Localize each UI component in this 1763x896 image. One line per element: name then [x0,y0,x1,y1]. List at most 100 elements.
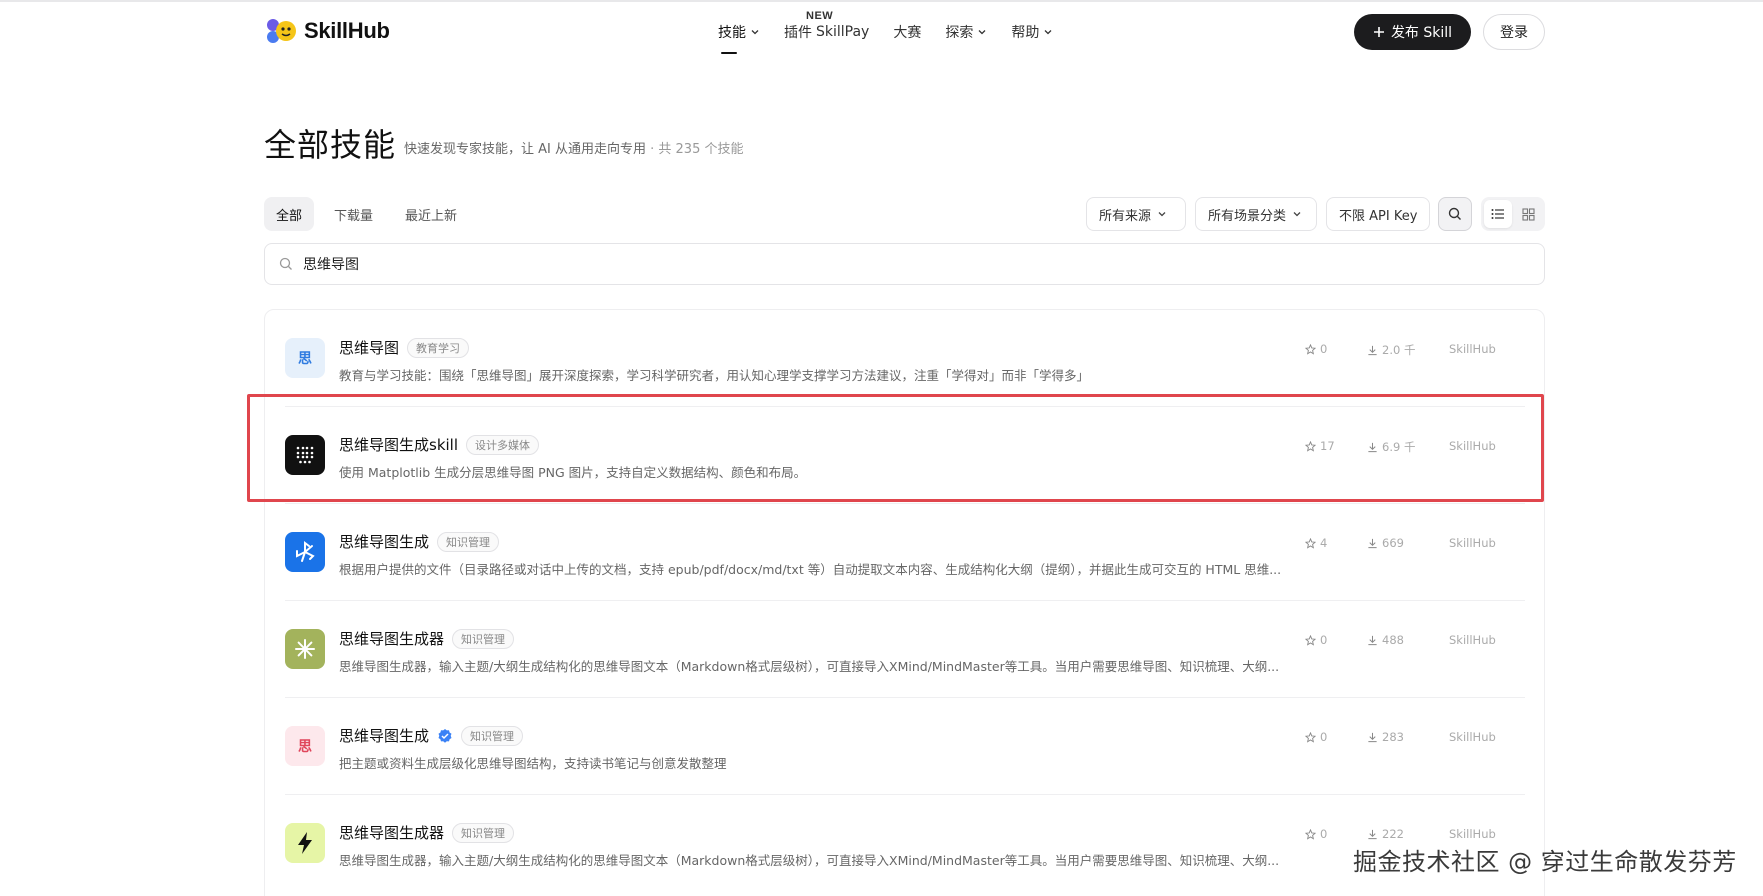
download-icon [1368,345,1377,355]
star-count: 4 [1305,536,1327,550]
skill-tag[interactable]: 教育学习 [407,337,470,358]
nav-plugins[interactable]: NEW 插件 [784,10,833,44]
nav-skills[interactable]: 技能 [718,20,760,54]
skill-source: SkillHub [1449,827,1496,841]
skill-description: 把主题或资料生成层级化思维导图结构，支持读书笔记与创意发散整理 [339,756,727,771]
skill-name-wrap: 思维导图生成 知识管理 [339,725,524,746]
star-value: 0 [1320,827,1328,841]
star-value: 0 [1320,342,1328,356]
skill-name[interactable]: 思维导图生成skill [339,434,458,455]
list-view-button[interactable] [1484,200,1512,228]
nav-contest-label: 大赛 [893,25,922,41]
skill-tag[interactable]: 知识管理 [461,725,524,746]
star-count: 0 [1305,827,1327,841]
skill-name-wrap: 思维导图生成 知识管理 [339,531,500,552]
skill-tag[interactable]: 知识管理 [452,822,515,843]
grid-icon [1521,207,1535,221]
view-switch [1481,197,1545,231]
logo[interactable]: SkillHub [264,16,390,46]
download-count: 669 [1367,536,1404,550]
skill-name-wrap: 思维导图生成器 知识管理 [339,628,515,649]
star-icon [1305,828,1316,840]
skill-row[interactable]: 思维导图生成器 知识管理 思维导图生成器，输入主题/大纲生成结构化的思维导图文本… [285,795,1525,892]
skill-row[interactable]: 思维导图生成器 知识管理 思维导图生成器，输入主题/大纲生成结构化的思维导图文本… [285,601,1525,698]
skill-name[interactable]: 思维导图生成 [339,531,429,552]
char-icon: 思 [285,338,325,378]
star-icon [1305,440,1316,452]
star-count: 0 [1305,633,1327,647]
skill-source: SkillHub [1449,342,1496,356]
char-icon: 思 [285,726,325,766]
skill-tag[interactable]: 知识管理 [437,531,500,552]
watermark-text: 掘金技术社区 @ 穿过生命散发芬芳 [1353,848,1737,876]
search-toggle-button[interactable] [1438,197,1472,231]
download-icon [1368,442,1377,452]
sort-tabs: 全部 下载量 最近上新 [264,197,469,231]
verified-badge-icon [438,728,452,743]
nav-explore[interactable]: 探索 [945,20,987,44]
skill-tag[interactable]: 知识管理 [452,628,515,649]
skill-name[interactable]: 思维导图生成器 [339,822,444,843]
pinwheel-icon [285,532,325,572]
skill-list: 思 思维导图 教育学习 教育与学习技能：围绕「思维导图」展开深度探索，学习科学研… [264,309,1545,896]
skill-row[interactable]: 思 思维导图生成 知识管理 把主题或资料生成层级化思维导图结构，支持读书笔记与创… [285,698,1525,795]
chevron-down-icon [1293,212,1301,217]
nav-skillpay[interactable]: SkillPay [816,20,869,44]
login-button[interactable]: 登录 [1483,14,1545,50]
search-input[interactable] [303,256,1503,272]
nav-skills-label: 技能 [718,25,746,41]
scene-filter-label: 所有场景分类 [1208,208,1287,224]
download-count: 488 [1367,633,1404,647]
nav-help[interactable]: 帮助 [1011,20,1053,44]
star-icon [1305,343,1316,355]
chevron-down-icon [1044,30,1052,35]
chevron-down-icon [1158,212,1166,217]
tab-all[interactable]: 全部 [264,197,315,231]
api-key-filter[interactable]: 不限 API Key [1326,197,1430,231]
source-filter[interactable]: 所有来源 [1086,197,1186,231]
star-value: 17 [1320,439,1335,453]
nav-help-label: 帮助 [1011,25,1040,41]
tab-downloads[interactable]: 下载量 [322,197,385,231]
star-icon [1305,634,1316,646]
skill-tag[interactable]: 设计多媒体 [466,434,540,455]
skill-description: 思维导图生成器，输入主题/大纲生成结构化的思维导图文本（Markdown格式层级… [339,659,1280,674]
chevron-down-icon [751,30,759,35]
star-value: 0 [1320,730,1328,744]
nav-plugins-label: 插件 [784,25,812,41]
logo-text: SkillHub [304,18,390,43]
download-value: 222 [1382,827,1404,841]
tab-newest[interactable]: 最近上新 [393,197,469,231]
skill-name-wrap: 思维导图生成器 知识管理 [339,822,515,843]
publish-label: 发布 Skill [1390,25,1453,41]
skill-source: SkillHub [1449,730,1496,744]
skill-row[interactable]: 思 思维导图 教育学习 教育与学习技能：围绕「思维导图」展开深度探索，学习科学研… [285,310,1525,407]
skill-description: 思维导图生成器，输入主题/大纲生成结构化的思维导图文本（Markdown格式层级… [339,853,1280,868]
star-icon [1305,537,1316,549]
chevron-down-icon [978,30,986,35]
download-value: 6.9 千 [1382,440,1416,454]
skill-name[interactable]: 思维导图生成 [339,725,429,746]
star-count: 0 [1305,730,1327,744]
nav-contest[interactable]: 大赛 [893,20,921,44]
star-icon [1305,731,1316,743]
skill-row[interactable]: 思维导图生成 知识管理 根据用户提供的文件（目录路径或对话中上传的文档，支持 e… [285,504,1525,601]
star-value: 0 [1320,633,1328,647]
download-icon [1368,829,1377,839]
dot-grid-icon [285,435,325,475]
grid-view-button[interactable] [1514,200,1542,228]
publish-skill-button[interactable]: 发布 Skill [1354,14,1471,50]
download-value: 283 [1382,730,1404,744]
scene-filter[interactable]: 所有场景分类 [1195,197,1317,231]
nav-skillpay-label: SkillPay [816,24,870,40]
logo-icon [264,16,298,46]
download-count: 222 [1367,827,1404,841]
download-count: 6.9 千 [1367,439,1415,455]
skill-source: SkillHub [1449,439,1496,453]
skill-row[interactable]: 思维导图生成skill 设计多媒体 使用 Matplotlib 生成分层思维导图… [285,407,1525,504]
asterisk-icon [285,629,325,669]
skill-source: SkillHub [1449,633,1496,647]
skill-name[interactable]: 思维导图生成器 [339,628,444,649]
skill-name[interactable]: 思维导图 [339,337,399,358]
plus-icon [1373,27,1384,37]
